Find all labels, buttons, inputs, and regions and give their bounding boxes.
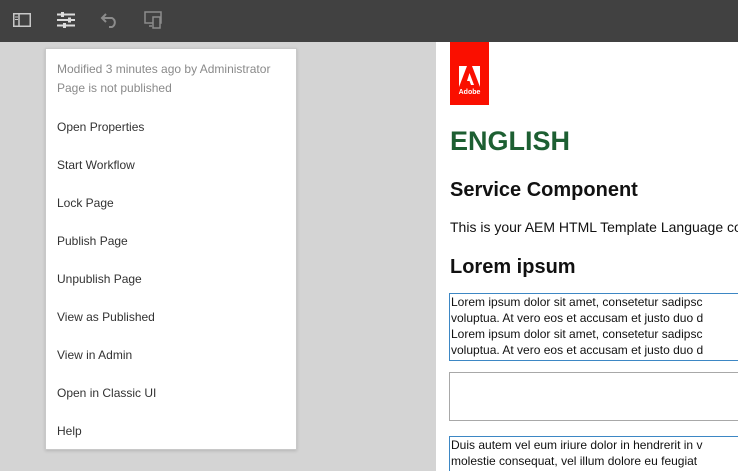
page-information-icon[interactable] [53, 8, 79, 32]
lorem-heading: Lorem ipsum [450, 256, 576, 278]
duis-text-component[interactable]: Duis autem vel eum iriure dolor in hendr… [449, 436, 738, 471]
menu-item-view-in-admin[interactable]: View in Admin [57, 348, 132, 362]
adobe-logo: Adobe [450, 42, 489, 105]
menu-item-view-as-published[interactable]: View as Published [57, 310, 155, 324]
text-line: voluptua. At vero eos et accusam et just… [451, 343, 704, 357]
text-line: Lorem ipsum dolor sit amet, consetetur s… [451, 295, 703, 309]
lorem-text-component[interactable]: Lorem ipsum dolor sit amet, consetetur s… [449, 293, 738, 361]
text-line: Lorem ipsum dolor sit amet, consetetur s… [451, 327, 703, 341]
menu-item-help[interactable]: Help [57, 424, 82, 438]
menu-item-publish-page[interactable]: Publish Page [57, 234, 128, 248]
side-panel-icon[interactable] [9, 8, 35, 32]
page-title: ENGLISH [450, 126, 571, 156]
menu-item-lock-page[interactable]: Lock Page [57, 196, 114, 210]
page-canvas: Adobe ENGLISH Service Component This is … [436, 42, 738, 471]
modified-info: Modified 3 minutes ago by Administrator [57, 62, 271, 76]
menu-item-open-properties[interactable]: Open Properties [57, 120, 144, 134]
menu-item-unpublish-page[interactable]: Unpublish Page [57, 272, 142, 286]
text-line: molestie consequat, vel illum dolore eu … [451, 454, 698, 468]
undo-icon[interactable] [97, 8, 123, 32]
publish-status: Page is not published [57, 81, 172, 95]
emulator-icon[interactable] [141, 8, 167, 32]
editor-toolbar [0, 0, 738, 42]
menu-item-open-classic-ui[interactable]: Open in Classic UI [57, 386, 156, 400]
text-line: Duis autem vel eum iriure dolor in hendr… [451, 438, 703, 452]
menu-item-start-workflow[interactable]: Start Workflow [57, 158, 135, 172]
service-heading: Service Component [450, 179, 638, 201]
page-information-popover: Modified 3 minutes ago by Administrator … [45, 48, 297, 450]
logo-text: Adobe [458, 89, 481, 96]
empty-component-placeholder[interactable] [449, 372, 738, 421]
service-text[interactable]: This is your AEM HTML Template Language … [450, 219, 738, 235]
text-line: voluptua. At vero eos et accusam et just… [451, 311, 704, 325]
adobe-a-icon [459, 66, 480, 87]
